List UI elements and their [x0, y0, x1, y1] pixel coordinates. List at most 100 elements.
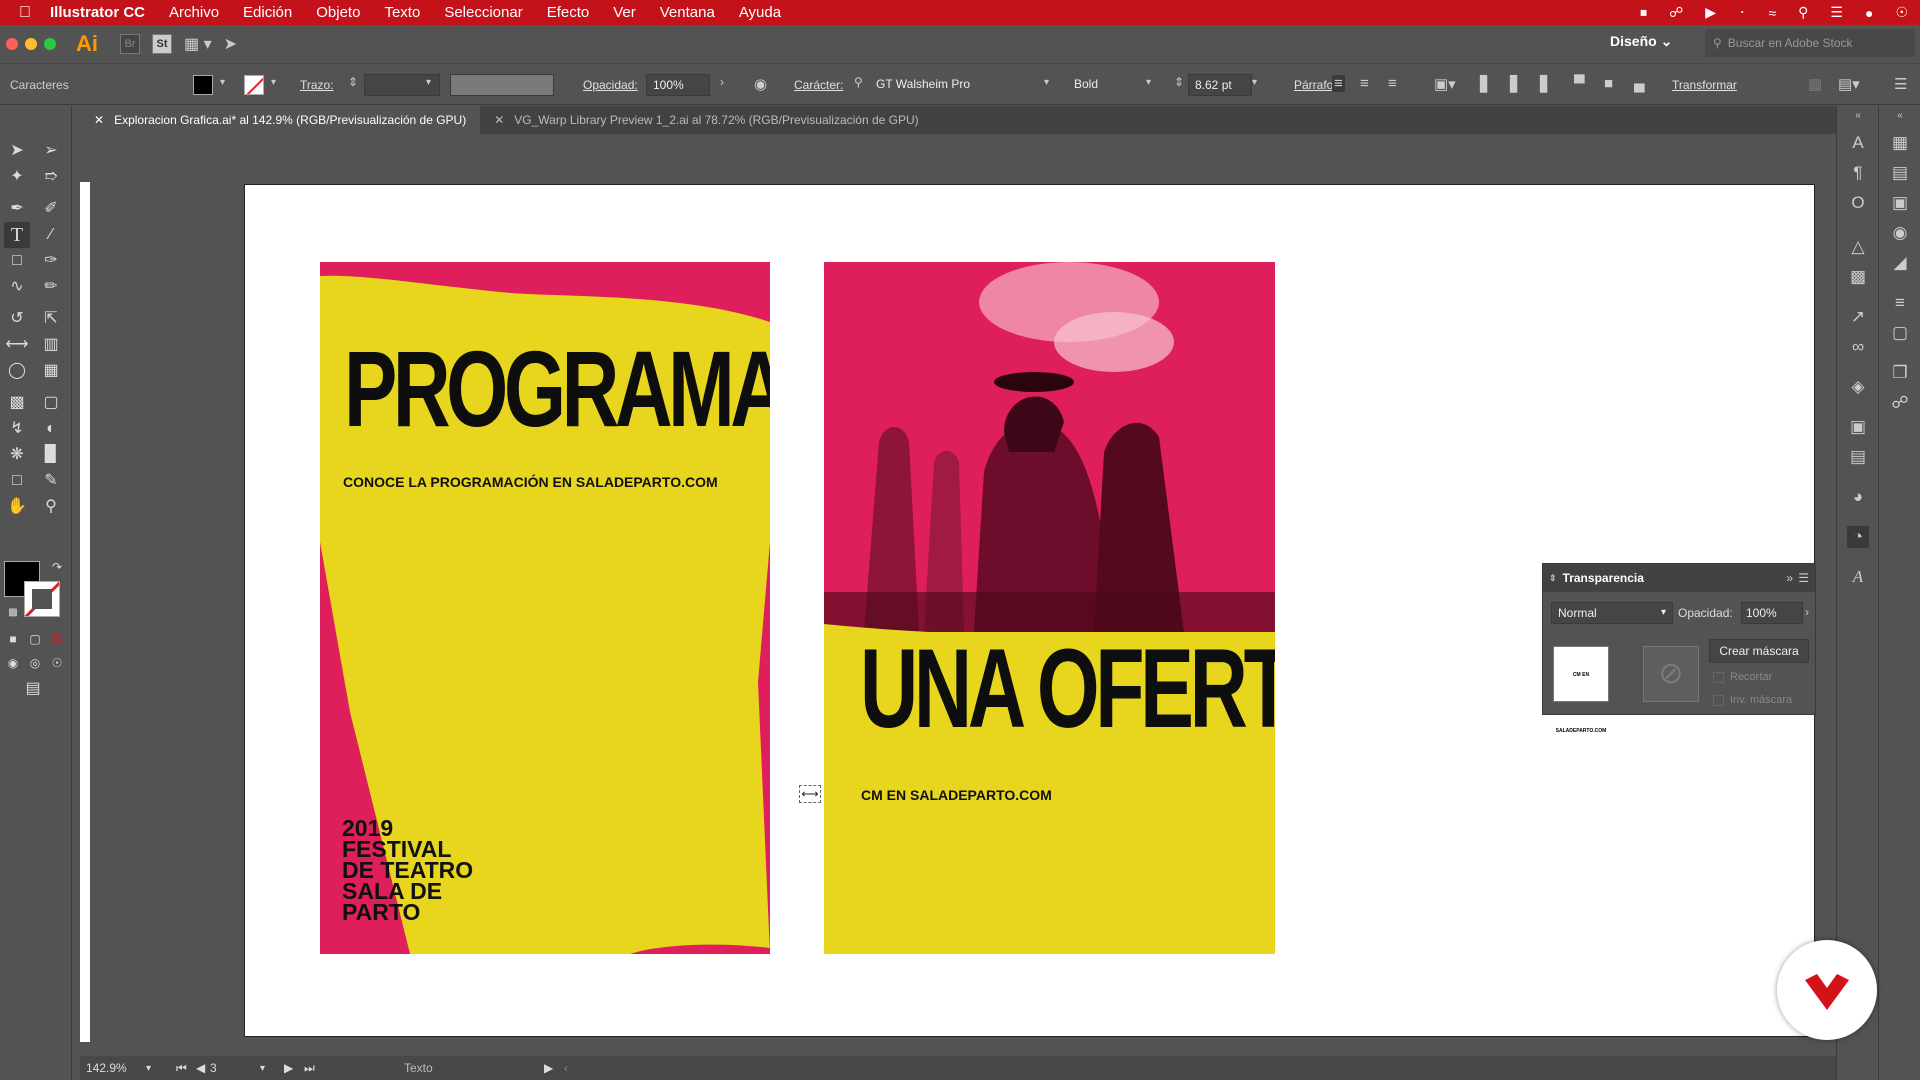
shape-builder-tool-icon[interactable]: ◯: [4, 358, 30, 384]
slice-tool-icon[interactable]: ✎: [38, 468, 64, 494]
stroke-color-box[interactable]: [24, 581, 60, 617]
isolate-icon[interactable]: ▦: [1808, 75, 1822, 93]
variable-width-profile[interactable]: [450, 74, 554, 96]
direct-selection-tool-icon[interactable]: ➢: [38, 138, 64, 164]
close-tab-icon[interactable]: ✕: [94, 113, 104, 127]
color-panel-icon[interactable]: ◉: [1889, 222, 1911, 244]
stroke-weight-stepper[interactable]: ⇕: [348, 75, 358, 89]
stroke-label[interactable]: Trazo:: [300, 78, 334, 92]
poster-programa[interactable]: PROGRAMA CONOCE LA PROGRAMACIÓN EN SALAD…: [320, 262, 770, 954]
blend-tool-icon[interactable]: ◐: [38, 416, 64, 442]
clip-checkbox[interactable]: Recortar: [1713, 671, 1772, 683]
align-right-icon[interactable]: ≡: [1388, 75, 1397, 92]
invert-mask-checkbox[interactable]: Inv. máscara: [1713, 694, 1792, 706]
type-tool-icon[interactable]: T: [4, 222, 30, 248]
none-mode-icon[interactable]: ☒: [44, 626, 70, 652]
paragraph-label[interactable]: Párrafo:: [1294, 78, 1337, 92]
font-family-dropdown-icon[interactable]: ▾: [1044, 77, 1049, 88]
character-panel-icon[interactable]: A: [1847, 132, 1869, 154]
menu-seleccionar[interactable]: Seleccionar: [444, 4, 522, 21]
gradient-panel-icon[interactable]: ▢: [1889, 322, 1911, 344]
curvature-tool-icon[interactable]: ✐: [38, 196, 64, 222]
stroke-swatch[interactable]: [244, 75, 264, 95]
align-vertical-center-icon[interactable]: ■: [1604, 75, 1613, 92]
default-fill-stroke-icon[interactable]: ▩: [0, 600, 26, 626]
artboard-number-field[interactable]: 3: [210, 1061, 260, 1075]
workspace-switcher[interactable]: Diseño ⌄: [1610, 33, 1672, 50]
font-size-stepper[interactable]: ⇕: [1174, 75, 1184, 89]
perspective-grid-tool-icon[interactable]: ▦: [38, 358, 64, 384]
notification-icon[interactable]: ☉: [1895, 4, 1908, 21]
swap-fill-stroke-icon[interactable]: ↷: [44, 554, 70, 580]
stock-button[interactable]: St: [152, 34, 172, 54]
lasso-tool-icon[interactable]: ➱: [38, 164, 64, 190]
opacity-field[interactable]: 100%: [646, 74, 710, 96]
appearance-panel-icon[interactable]: ❐: [1889, 362, 1911, 384]
asset-export-icon[interactable]: ▤: [1847, 446, 1869, 468]
font-size-dropdown-icon[interactable]: ▾: [1252, 77, 1257, 88]
expand-panel-icon[interactable]: »: [1786, 571, 1793, 585]
creative-cloud-icon[interactable]: ☍: [1669, 4, 1683, 21]
paragraph-styles-icon[interactable]: ▩: [1847, 266, 1869, 288]
play-icon[interactable]: ▶: [1705, 4, 1716, 21]
stroke-panel-icon[interactable]: ≡: [1889, 292, 1911, 314]
pathfinder-panel-icon[interactable]: ▣: [1889, 192, 1911, 214]
pencil-tool-icon[interactable]: ✏: [38, 274, 64, 300]
transparency-panel-icon[interactable]: ◔: [1847, 526, 1869, 548]
free-transform-tool-icon[interactable]: ▥: [38, 332, 64, 358]
apple-icon[interactable]: : [0, 4, 50, 22]
layers-panel-icon[interactable]: ◈: [1847, 376, 1869, 398]
transparency-panel-header[interactable]: ⇕ Transparencia » ☰: [1543, 564, 1815, 592]
wifi-icon[interactable]: ≈: [1768, 5, 1776, 21]
last-artboard-icon[interactable]: ⏭: [304, 1061, 404, 1076]
close-window-button[interactable]: [6, 38, 18, 50]
stroke-dropdown-icon[interactable]: ▾: [271, 77, 276, 88]
align-center-icon[interactable]: ≡: [1360, 75, 1369, 92]
zoom-level-field[interactable]: 142.9%: [86, 1061, 146, 1075]
artboards-panel-icon[interactable]: ▣: [1847, 416, 1869, 438]
close-tab-icon[interactable]: ✕: [494, 113, 504, 127]
rotate-tool-icon[interactable]: ↺: [4, 306, 30, 332]
app-name-menu[interactable]: Illustrator CC: [50, 4, 145, 21]
menu-archivo[interactable]: Archivo: [169, 4, 219, 21]
fill-dropdown-icon[interactable]: ▾: [220, 77, 225, 88]
vertical-scrollbar[interactable]: [1820, 134, 1836, 1056]
font-size-field[interactable]: 8.62 pt: [1188, 74, 1252, 96]
zoom-window-button[interactable]: [44, 38, 56, 50]
color-guide-icon[interactable]: ◕: [1847, 486, 1869, 508]
draw-inside-icon[interactable]: ☉: [44, 650, 70, 676]
minimize-window-button[interactable]: [25, 38, 37, 50]
arrange-documents-icon[interactable]: ▦ ▾: [184, 34, 212, 54]
opentype-panel-icon[interactable]: O: [1847, 192, 1869, 214]
artboard-tool-icon[interactable]: □: [4, 468, 30, 494]
mesh-tool-icon[interactable]: ▩: [4, 390, 30, 416]
spotlight-search-icon[interactable]: ⚲: [1798, 4, 1808, 21]
opacity-label[interactable]: Opacidad:: [583, 78, 638, 92]
symbol-sprayer-tool-icon[interactable]: ❋: [4, 442, 30, 468]
first-artboard-icon[interactable]: ⏮: [176, 1061, 196, 1076]
panel-menu-icon[interactable]: ☰: [1798, 571, 1809, 585]
gpu-performance-icon[interactable]: ➤: [224, 34, 237, 54]
font-family-field[interactable]: GT Walsheim Pro: [870, 74, 1058, 96]
shaper-tool-icon[interactable]: ∿: [4, 274, 30, 300]
transform-label[interactable]: Transformar: [1672, 78, 1737, 92]
shape-options-icon[interactable]: ▣▾: [1434, 75, 1456, 93]
transparency-opacity-field[interactable]: 100%: [1741, 602, 1803, 624]
scale-tool-icon[interactable]: ⇱: [38, 306, 64, 332]
menu-edicion[interactable]: Edición: [243, 4, 292, 21]
tab-vg-warp-library[interactable]: ✕ VG_Warp Library Preview 1_2.ai al 78.7…: [480, 106, 932, 134]
invert-mask-checkbox-box[interactable]: [1713, 694, 1724, 706]
zoom-dropdown-icon[interactable]: ▾: [146, 1063, 176, 1074]
menu-ventana[interactable]: Ventana: [660, 4, 715, 21]
character-label[interactable]: Carácter:: [794, 78, 843, 92]
dock-collapse-icon[interactable]: «: [1889, 110, 1911, 122]
menu-ver[interactable]: Ver: [613, 4, 636, 21]
zoom-tool-icon[interactable]: ⚲: [38, 494, 64, 520]
paintbrush-tool-icon[interactable]: ✑: [38, 248, 64, 274]
column-graph-tool-icon[interactable]: ▉: [38, 442, 64, 468]
stock-search-input[interactable]: ⚲ Buscar en Adobe Stock: [1705, 29, 1915, 57]
pen-tool-icon[interactable]: ✒: [4, 196, 30, 222]
chevron-right-icon[interactable]: ›: [720, 75, 724, 89]
status-menu-icon[interactable]: ▶: [544, 1061, 564, 1075]
record-icon[interactable]: ⏹: [1640, 4, 1647, 21]
